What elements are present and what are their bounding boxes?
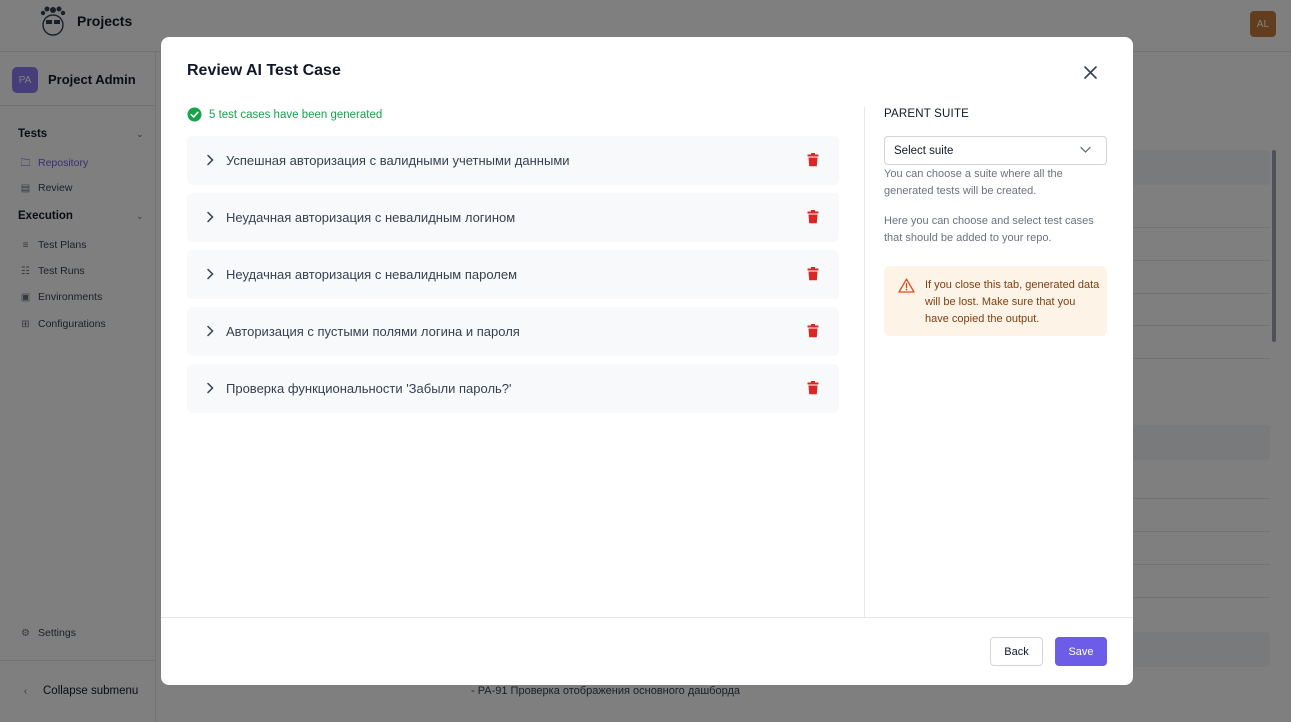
success-message: 5 test cases have been generated [187,107,382,122]
parent-suite-helper-text: You can choose a suite where all the gen… [884,168,1063,197]
trash-icon[interactable] [807,210,819,224]
modal-title: Review AI Test Case [187,62,341,79]
trash-icon[interactable] [807,324,819,338]
footer-divider [161,617,1133,618]
test-case-item[interactable]: Неудачная авторизация с невалидным парол… [187,250,839,299]
test-case-title: Неудачная авторизация с невалидным логин… [226,210,516,225]
test-case-title: Неудачная авторизация с невалидным парол… [226,267,518,282]
warning-alert: If you close this tab, generated data wi… [884,266,1107,336]
chevron-right-icon[interactable] [205,211,215,223]
back-button[interactable]: Back [990,637,1043,666]
trash-icon[interactable] [807,153,819,167]
review-ai-test-case-modal: Review AI Test Case 5 test cases have be… [161,37,1133,685]
close-icon [1083,65,1097,79]
chevron-right-icon[interactable] [205,382,215,394]
test-case-list: Успешная авторизация с валидными учетным… [187,136,839,421]
check-circle-icon [187,107,202,122]
parent-suite-label: PARENT SUITE [884,108,970,120]
chevron-right-icon[interactable] [205,154,215,166]
test-case-title: Успешная авторизация с валидными учетным… [226,153,570,168]
chevron-down-icon [1080,146,1091,153]
warning-text: If you close this tab, generated data wi… [925,279,1100,325]
trash-icon[interactable] [807,267,819,281]
parent-suite-select[interactable]: Select suite [884,136,1107,165]
test-case-title: Авторизация с пустыми полями логина и па… [226,324,520,339]
test-case-item[interactable]: Успешная авторизация с валидными учетным… [187,136,839,185]
selection-helper-text: Here you can choose and select test case… [884,215,1094,244]
warning-triangle-icon [898,278,915,293]
close-button[interactable] [1079,61,1101,83]
test-case-item[interactable]: Авторизация с пустыми полями логина и па… [187,307,839,356]
chevron-right-icon[interactable] [205,268,215,280]
test-case-item[interactable]: Проверка функциональности 'Забыли пароль… [187,364,839,413]
test-case-title: Проверка функциональности 'Забыли пароль… [226,381,512,396]
test-case-item[interactable]: Неудачная авторизация с невалидным логин… [187,193,839,242]
trash-icon[interactable] [807,381,819,395]
save-button[interactable]: Save [1055,637,1107,666]
select-value: Select suite [894,145,954,157]
success-text: 5 test cases have been generated [209,108,383,121]
panel-divider [864,107,865,617]
chevron-right-icon[interactable] [205,325,215,337]
